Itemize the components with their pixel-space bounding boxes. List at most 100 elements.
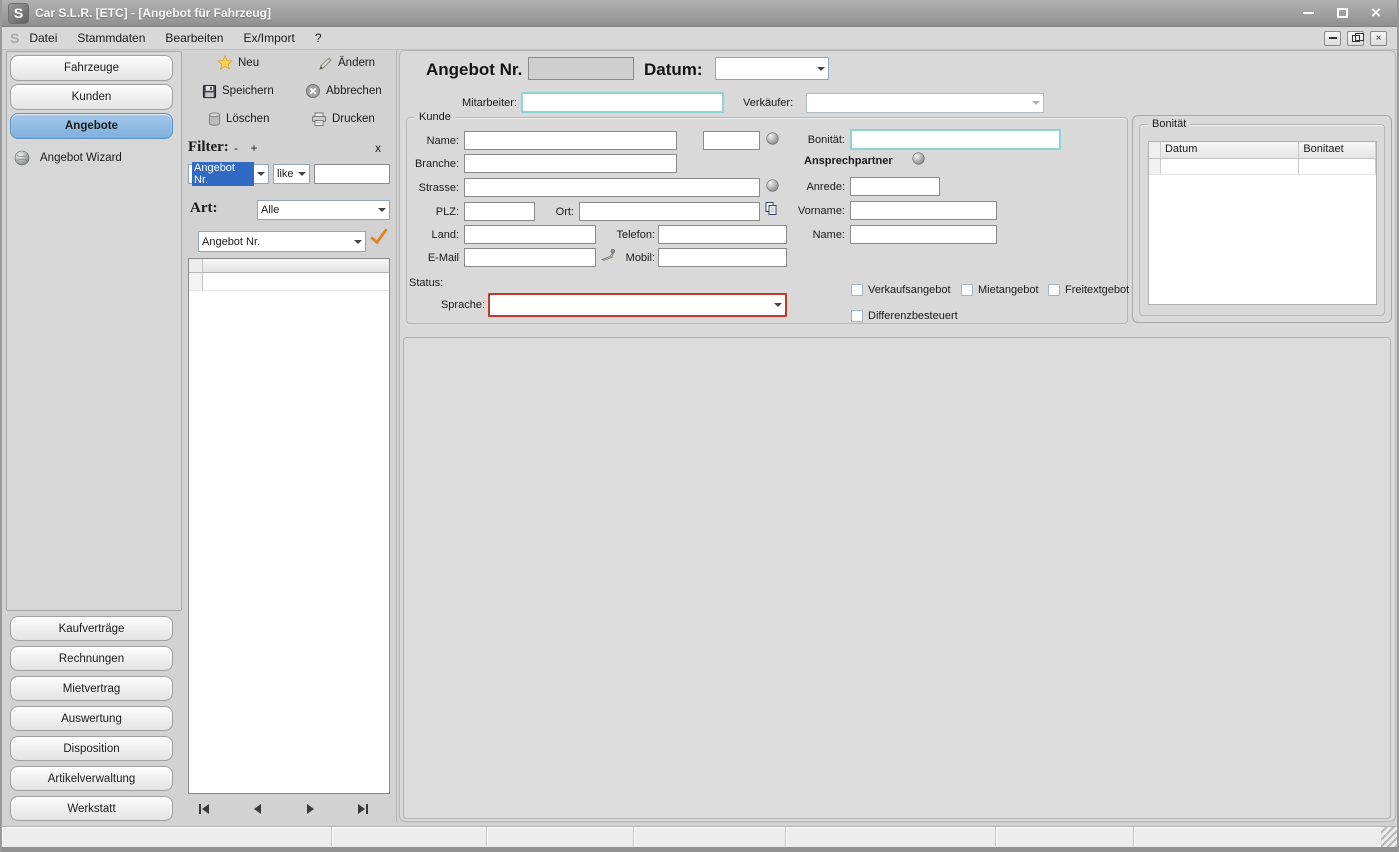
sidebar-item-artikelverwaltung[interactable]: Artikelverwaltung	[10, 766, 173, 791]
loeschen-button[interactable]: Löschen	[208, 109, 269, 129]
sidebar-item-fahrzeuge[interactable]: Fahrzeuge	[10, 55, 173, 81]
mdi-close-button[interactable]: ×	[1370, 31, 1387, 46]
filter-remove-button[interactable]: -	[230, 141, 242, 155]
globe-icon[interactable]	[912, 152, 925, 165]
filter-add-button[interactable]: +	[248, 141, 260, 155]
dropdown-arrow-icon	[351, 232, 365, 251]
send-email-icon[interactable]	[601, 248, 616, 261]
resize-grip[interactable]	[1381, 827, 1397, 847]
maximize-button[interactable]	[1333, 4, 1351, 22]
bonitaet-table[interactable]: Datum Bonitaet	[1148, 141, 1377, 305]
menu-help[interactable]: ?	[305, 27, 332, 49]
art-value: Alle	[261, 204, 279, 216]
detail-panel	[403, 337, 1391, 819]
neu-label: Neu	[238, 57, 259, 69]
mdi-minimize-button[interactable]	[1324, 31, 1341, 46]
minimize-button[interactable]	[1299, 4, 1317, 22]
status-label: Status:	[409, 277, 443, 289]
speichern-button[interactable]: Speichern	[202, 81, 274, 101]
minimize-icon	[1329, 37, 1337, 39]
column-header-bonitaet[interactable]: Bonitaet	[1299, 142, 1376, 158]
filter-field-select[interactable]: Angebot Nr.	[188, 164, 269, 184]
sidebar-item-kaufvertraege[interactable]: Kaufverträge	[10, 616, 173, 641]
sprache-select[interactable]	[488, 293, 787, 317]
verkaeufer-select[interactable]	[806, 93, 1044, 113]
art-select[interactable]: Alle	[257, 200, 390, 220]
menu-datei[interactable]: Datei	[19, 27, 67, 49]
anrede-input[interactable]	[850, 177, 940, 196]
sidebar-item-angebot-wizard[interactable]: Angebot Wizard	[14, 147, 122, 169]
abbrechen-button[interactable]: Abbrechen	[305, 81, 382, 101]
sidebar-item-werkstatt[interactable]: Werkstatt	[10, 796, 173, 821]
statusbar-segment	[996, 827, 1134, 847]
copy-icon[interactable]	[764, 201, 779, 216]
menubar: S Datei Stammdaten Bearbeiten Ex/Import …	[2, 27, 1397, 50]
menu-bearbeiten[interactable]: Bearbeiten	[155, 27, 233, 49]
cell-datum	[1161, 159, 1299, 174]
ort-input[interactable]	[579, 202, 760, 221]
email-input[interactable]	[464, 248, 596, 267]
mietangebot-checkbox[interactable]	[961, 284, 973, 296]
sidebar-item-auswertung[interactable]: Auswertung	[10, 706, 173, 731]
telefon-input[interactable]	[658, 225, 787, 244]
sidebar-item-kunden[interactable]: Kunden	[10, 84, 173, 110]
plz-input[interactable]	[464, 202, 535, 221]
sort-value: Angebot Nr.	[202, 236, 260, 248]
mitarbeiter-input[interactable]	[521, 92, 724, 113]
globe-icon[interactable]	[766, 179, 779, 192]
aendern-label: Ändern	[338, 57, 375, 69]
datum-select[interactable]	[715, 57, 829, 80]
verkaufsangebot-checkbox[interactable]	[851, 284, 863, 296]
results-list[interactable]	[188, 258, 390, 794]
sidebar-item-rechnungen[interactable]: Rechnungen	[10, 646, 173, 671]
vorname-input[interactable]	[850, 201, 997, 220]
strasse-input[interactable]	[464, 178, 760, 197]
app-window: S Car S.L.R. [ETC] - [Angebot für Fahrze…	[0, 0, 1399, 852]
statusbar-segment	[786, 827, 996, 847]
name-input[interactable]	[464, 131, 677, 150]
aendern-button[interactable]: Ändern	[318, 53, 375, 73]
cancel-circle-icon	[305, 83, 321, 99]
table-row[interactable]	[1149, 159, 1376, 175]
filter-value-input[interactable]	[314, 164, 390, 184]
neu-button[interactable]: Neu	[217, 53, 259, 73]
row-selector-column	[189, 259, 203, 272]
kunde-group-title: Kunde	[415, 111, 455, 123]
freitextgebot-label: Freitextgebot	[1065, 284, 1129, 296]
nav-next-button[interactable]	[307, 801, 314, 817]
land-input[interactable]	[464, 225, 596, 244]
drucken-button[interactable]: Drucken	[311, 109, 375, 129]
branche-input[interactable]	[464, 154, 677, 173]
mdi-restore-button[interactable]	[1347, 31, 1364, 46]
sidebar-item-angebote[interactable]: Angebote	[10, 113, 173, 139]
window-title: Car S.L.R. [ETC] - [Angebot für Fahrzeug…	[35, 6, 271, 20]
menu-stammdaten[interactable]: Stammdaten	[67, 27, 155, 49]
restore-icon	[1352, 35, 1360, 42]
list-item[interactable]	[189, 273, 389, 291]
sidebar-item-disposition[interactable]: Disposition	[10, 736, 173, 761]
loeschen-label: Löschen	[226, 113, 269, 125]
angebot-nr-field	[528, 57, 634, 80]
menu-ex-import[interactable]: Ex/Import	[233, 27, 304, 49]
nav-previous-button[interactable]	[254, 801, 261, 817]
name-code-input[interactable]	[703, 131, 760, 150]
row-selector-column	[1149, 142, 1161, 158]
partner-name-input[interactable]	[850, 225, 997, 244]
bonitaet-input[interactable]	[850, 129, 1061, 150]
mobil-input[interactable]	[658, 248, 787, 267]
dropdown-arrow-icon	[295, 165, 309, 183]
differenzbesteuert-checkbox[interactable]	[851, 310, 863, 322]
nav-first-button[interactable]	[199, 801, 209, 817]
close-button[interactable]: ×	[1367, 4, 1385, 22]
freitextgebot-checkbox[interactable]	[1048, 284, 1060, 296]
nav-last-button[interactable]	[358, 801, 368, 817]
sidebar-item-mietvertrag[interactable]: Mietvertrag	[10, 676, 173, 701]
row-selector	[189, 273, 203, 290]
sort-select[interactable]: Angebot Nr.	[198, 231, 366, 252]
filter-operator-select[interactable]: like	[273, 164, 310, 184]
column-header-datum[interactable]: Datum	[1161, 142, 1299, 158]
filter-close-button[interactable]: x	[372, 141, 384, 155]
apply-sort-button[interactable]	[370, 228, 388, 245]
mietangebot-label: Mietangebot	[978, 284, 1039, 296]
globe-icon[interactable]	[766, 132, 779, 145]
